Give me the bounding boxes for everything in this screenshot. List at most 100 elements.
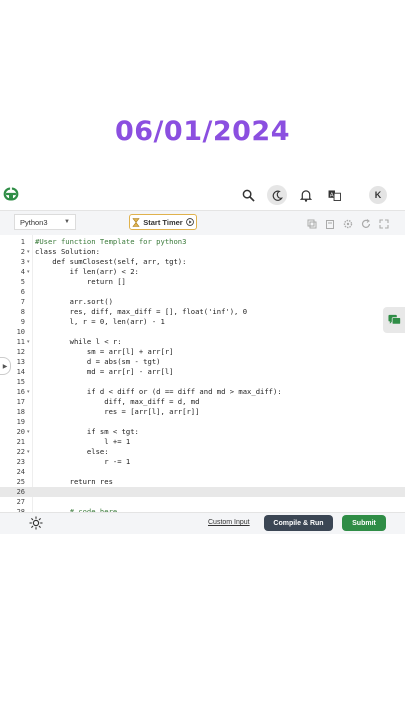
line-number: 11 [16,338,25,346]
code-text: l, r = 0, len(arr) - 1 [35,317,165,326]
line-number: 17 [16,398,25,406]
fold-toggle-icon[interactable]: ▾ [27,337,30,347]
code-line[interactable]: 17 diff, max_diff = d, md [0,397,405,407]
top-nav-bar: A K [0,183,405,207]
line-number: 24 [16,468,25,476]
language-label: Python3 [20,217,48,227]
code-line[interactable]: 3 ▾ def sumClosest(self, arr, tgt): [0,257,405,267]
reset-icon[interactable] [361,216,371,228]
translate-icon[interactable]: A [325,186,343,204]
svg-text:A: A [329,192,333,198]
code-text: def sumClosest(self, arr, tgt): [35,257,187,266]
fold-toggle-icon[interactable]: ▾ [27,267,30,277]
fold-toggle-icon[interactable]: ▾ [27,257,30,267]
line-number: 25 [16,478,25,486]
line-number: 16 [16,388,25,396]
bell-icon[interactable] [297,186,315,204]
code-text: else: [35,447,109,456]
line-number: 27 [16,498,25,506]
line-number: 1 [20,238,25,246]
paste-icon[interactable] [325,216,335,229]
code-text: while l < r: [35,337,122,346]
line-number: 4 [20,268,25,276]
code-line[interactable]: 4 ▾ if len(arr) < 2: [0,267,405,277]
code-line[interactable]: 26 [0,487,405,497]
chevron-right-icon: ▶ [2,363,8,370]
chevron-down-icon: ▼ [64,219,70,225]
code-text: if sm < tgt: [35,427,139,436]
code-line[interactable]: 11 ▾ while l < r: [0,337,405,347]
submit-button[interactable]: Submit [342,515,386,531]
line-number: 10 [16,328,25,336]
line-number: 19 [16,418,25,426]
theme-toggle-icon[interactable] [29,516,43,530]
code-line[interactable]: 20 ▾ if sm < tgt: [0,427,405,437]
line-number: 15 [16,378,25,386]
line-number: 21 [16,438,25,446]
hourglass-icon [132,217,140,227]
code-line[interactable]: 9 l, r = 0, len(arr) - 1 [0,317,405,327]
code-line[interactable]: 10 [0,327,405,337]
language-select[interactable]: Python3 ▼ [14,214,76,230]
code-text: d = abs(sm - tgt) [35,357,161,366]
code-line[interactable]: 18 res = [arr[l], arr[r]] [0,407,405,417]
code-text: sm = arr[l] + arr[r] [35,347,174,356]
chat-icon [387,314,401,325]
code-line[interactable]: 5 return [] [0,277,405,287]
bottom-action-bar: Custom Input Compile & Run Submit [0,512,405,534]
line-number: 20 [16,428,25,436]
code-line[interactable]: 21 l += 1 [0,437,405,447]
fold-toggle-icon[interactable]: ▾ [27,427,30,437]
code-line[interactable]: 2 ▾ class Solution: [0,247,405,257]
code-editor[interactable]: 1 #User function Template for python3 2 ▾ cl… [0,235,405,512]
line-number: 7 [20,298,25,306]
fold-toggle-icon[interactable]: ▾ [27,387,30,397]
line-number: 6 [20,288,25,296]
code-line[interactable]: 15 [0,377,405,387]
code-editor-app: A K Python3 ▼ Start Timer 1 #User functio… [0,183,405,534]
gfg-logo-icon[interactable] [2,185,20,203]
play-icon [185,218,194,226]
date-caption: 06/01/2024 [114,116,290,147]
code-text: res, diff, max_diff = [], float('inf'), … [35,307,248,316]
code-line[interactable]: 16 ▾ if d < diff or (d == diff and md > m… [0,387,405,397]
line-number: 2 [20,248,25,256]
code-line[interactable]: 12 sm = arr[l] + arr[r] [0,347,405,357]
line-number: 9 [20,318,25,326]
compile-run-button[interactable]: Compile & Run [264,515,333,531]
code-line[interactable]: 14 md = arr[r] - arr[l] [0,367,405,377]
line-number: 26 [16,488,25,496]
avatar[interactable]: K [369,186,387,204]
code-line[interactable]: 22 ▾ else: [0,447,405,457]
code-line[interactable]: 7 arr.sort() [0,297,405,307]
start-timer-label: Start Timer [143,217,183,227]
custom-input-link[interactable]: Custom Input [208,519,250,526]
code-text: diff, max_diff = d, md [35,397,200,406]
copy-icon[interactable] [307,216,317,229]
code-line[interactable]: 6 [0,287,405,297]
code-line[interactable]: 13 d = abs(sm - tgt) [0,357,405,367]
moon-icon[interactable] [267,185,287,205]
line-number: 22 [16,448,25,456]
code-line[interactable]: 25 return res [0,477,405,487]
code-line[interactable]: 1 #User function Template for python3 [0,237,405,247]
code-line[interactable]: 24 [0,467,405,477]
fullscreen-icon[interactable] [379,216,389,229]
code-text: return res [35,477,113,486]
settings-icon[interactable] [343,216,353,229]
chat-button[interactable] [383,307,405,333]
code-line[interactable]: 23 r -= 1 [0,457,405,467]
code-text: #User function Template for python3 [35,237,187,246]
code-line[interactable]: 27 [0,497,405,507]
code-line[interactable]: 8 res, diff, max_diff = [], float('inf')… [0,307,405,317]
code-line[interactable]: 19 [0,417,405,427]
code-text: if d < diff or (d == diff and md > max_d… [35,387,282,396]
code-text: res = [arr[l], arr[r]] [35,407,200,416]
fold-toggle-icon[interactable]: ▾ [27,247,30,257]
fold-toggle-icon[interactable]: ▾ [27,447,30,457]
line-number: 18 [16,408,25,416]
start-timer-button[interactable]: Start Timer [129,214,197,230]
line-number: 12 [16,348,25,356]
search-icon[interactable] [239,186,257,204]
code-text: class Solution: [35,247,100,256]
